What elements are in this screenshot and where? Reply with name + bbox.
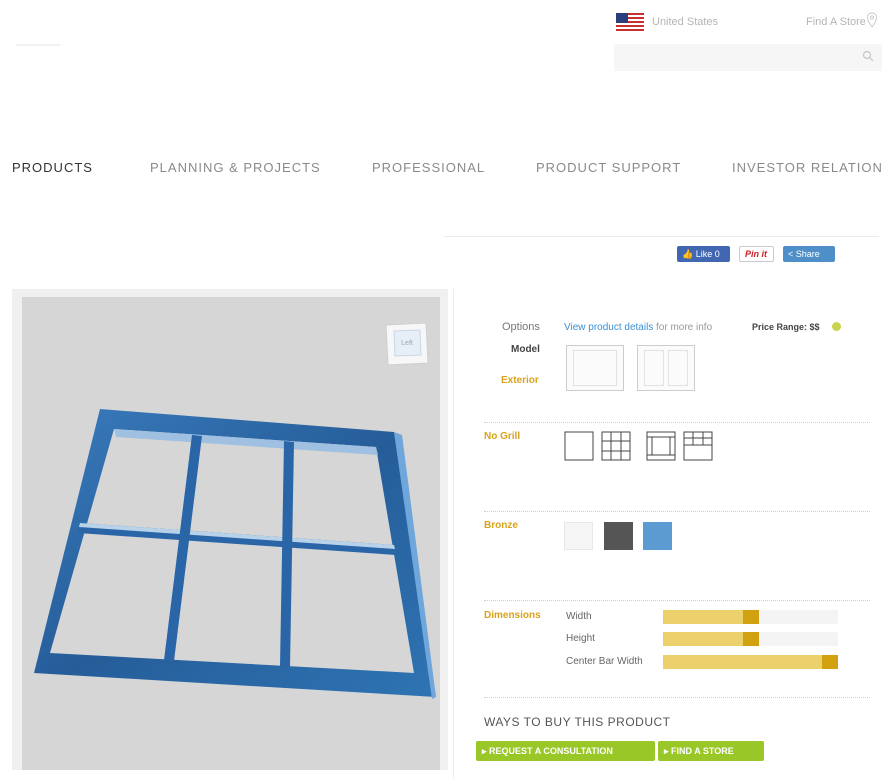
play-arrow-icon: ▸ [664, 746, 672, 756]
us-flag-icon[interactable] [616, 13, 644, 31]
view-cube-icon[interactable]: Left [382, 319, 432, 369]
main-nav: PRODUCTS PLANNING & PROJECTS PROFESSIONA… [0, 160, 882, 178]
grill-label: No Grill [484, 431, 521, 442]
request-consultation-button[interactable]: ▸ REQUEST A CONSULTATION [476, 741, 655, 761]
separator [484, 422, 870, 423]
center-bar-width-slider[interactable] [663, 655, 838, 669]
height-label: Height [566, 633, 595, 644]
height-slider[interactable] [663, 632, 838, 646]
dimensions-label: Dimensions [484, 610, 541, 621]
facebook-like-button[interactable]: 👍 Like 0 [677, 246, 730, 262]
share-button[interactable]: < Share [783, 246, 835, 262]
nav-item-investor-relations[interactable]: INVESTOR RELATIONS [732, 160, 882, 175]
nav-item-product-support[interactable]: PRODUCT SUPPORT [536, 160, 681, 175]
grille-colonial-option[interactable] [601, 431, 631, 461]
price-range: Price Range: $$ [752, 322, 820, 332]
center-bar-width-slider-fill [663, 655, 838, 669]
grille-prairie-option[interactable] [683, 431, 713, 461]
nav-item-planning-projects[interactable]: PLANNING & PROJECTS [150, 160, 321, 175]
share-icon: < [788, 249, 796, 259]
configurator-panel: Options View product details for more in… [453, 289, 882, 778]
model-option-single[interactable] [566, 345, 624, 391]
height-slider-handle[interactable] [743, 632, 760, 646]
color-swatch-blue[interactable] [643, 522, 672, 550]
center-bar-width-label: Center Bar Width [566, 656, 643, 667]
nav-item-products[interactable]: PRODUCTS [12, 160, 93, 175]
center-bar-width-slider-handle[interactable] [822, 655, 838, 669]
model-option-double[interactable] [637, 345, 695, 391]
width-slider-handle[interactable] [743, 610, 760, 624]
country-selector[interactable]: United States [652, 16, 718, 28]
options-label: Options [502, 321, 540, 333]
cube-face-label: Left [401, 340, 413, 347]
separator [484, 697, 870, 698]
location-pin-icon[interactable] [866, 12, 878, 28]
find-store-link[interactable]: Find A Store [806, 16, 866, 28]
find-a-store-button[interactable]: ▸ FIND A STORE [658, 741, 764, 761]
request-consultation-label: REQUEST A CONSULTATION [489, 746, 613, 756]
exterior-label: Exterior [501, 375, 539, 386]
separator [484, 511, 870, 512]
share-label: Share [795, 249, 820, 259]
finish-label: Bronze [484, 520, 518, 531]
info-icon[interactable] [832, 322, 841, 331]
grille-perimeter-option[interactable] [646, 431, 676, 461]
width-slider[interactable] [663, 610, 838, 624]
divider [444, 236, 879, 237]
ways-to-buy-title: WAYS TO BUY THIS PRODUCT [484, 715, 671, 729]
search-icon[interactable] [862, 50, 874, 62]
product-3d-viewer: Left [12, 289, 448, 770]
pinterest-button[interactable]: Pin it [739, 246, 774, 262]
details-suffix: for more info [656, 322, 713, 333]
play-arrow-icon: ▸ [482, 746, 490, 756]
find-a-store-label: FIND A STORE [671, 746, 734, 756]
separator [484, 600, 870, 601]
search-input[interactable] [614, 44, 882, 71]
like-label: Like 0 [695, 249, 720, 259]
model-label: Model [511, 344, 540, 355]
nav-item-professional[interactable]: PROFESSIONAL [372, 160, 485, 175]
logo[interactable] [16, 44, 60, 46]
view-product-details-link[interactable]: View product details [564, 322, 653, 333]
thumbs-up-icon: 👍 [682, 249, 696, 259]
grille-none-option[interactable] [564, 431, 594, 461]
color-swatch-dark-gray[interactable] [604, 522, 633, 550]
width-label: Width [566, 611, 592, 622]
window-frame-model[interactable] [22, 297, 440, 770]
3d-canvas[interactable]: Left [22, 297, 440, 770]
color-swatch-white[interactable] [564, 522, 593, 550]
